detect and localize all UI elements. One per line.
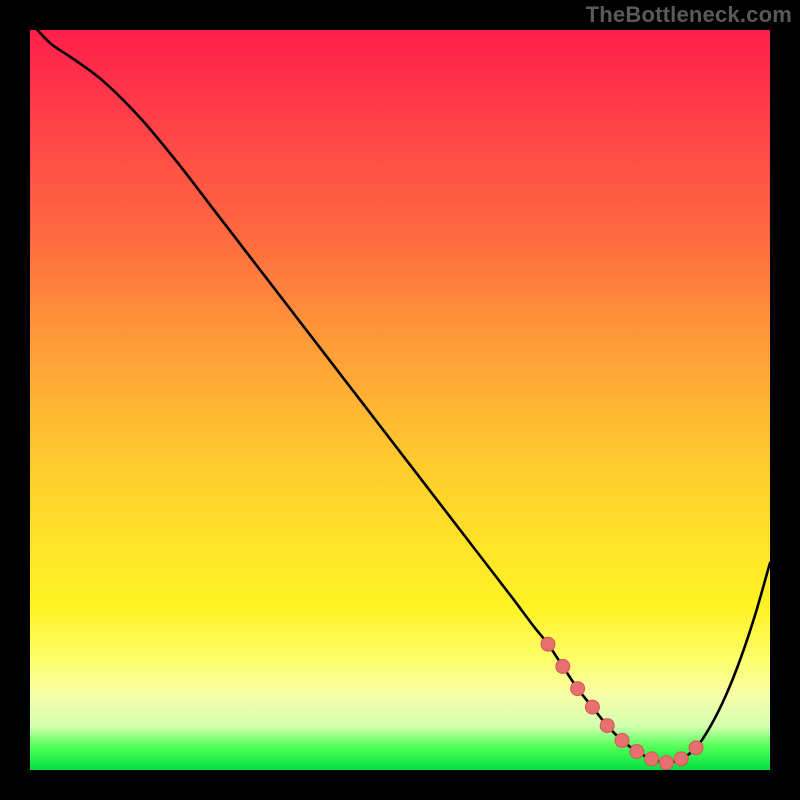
optimal-marker <box>585 700 599 714</box>
optimal-marker <box>630 745 644 759</box>
bottleneck-curve-svg <box>30 30 770 770</box>
optimal-marker <box>600 719 614 733</box>
optimal-marker <box>556 659 570 673</box>
watermark-text: TheBottleneck.com <box>586 2 792 28</box>
optimal-marker <box>689 741 703 755</box>
optimal-marker <box>615 733 629 747</box>
optimal-marker <box>674 752 688 766</box>
optimal-range-markers <box>541 637 703 769</box>
optimal-marker <box>541 637 555 651</box>
chart-container: TheBottleneck.com <box>0 0 800 800</box>
bottleneck-curve-path <box>37 30 770 763</box>
optimal-marker <box>645 752 659 766</box>
optimal-marker <box>571 682 585 696</box>
optimal-marker <box>659 756 673 770</box>
